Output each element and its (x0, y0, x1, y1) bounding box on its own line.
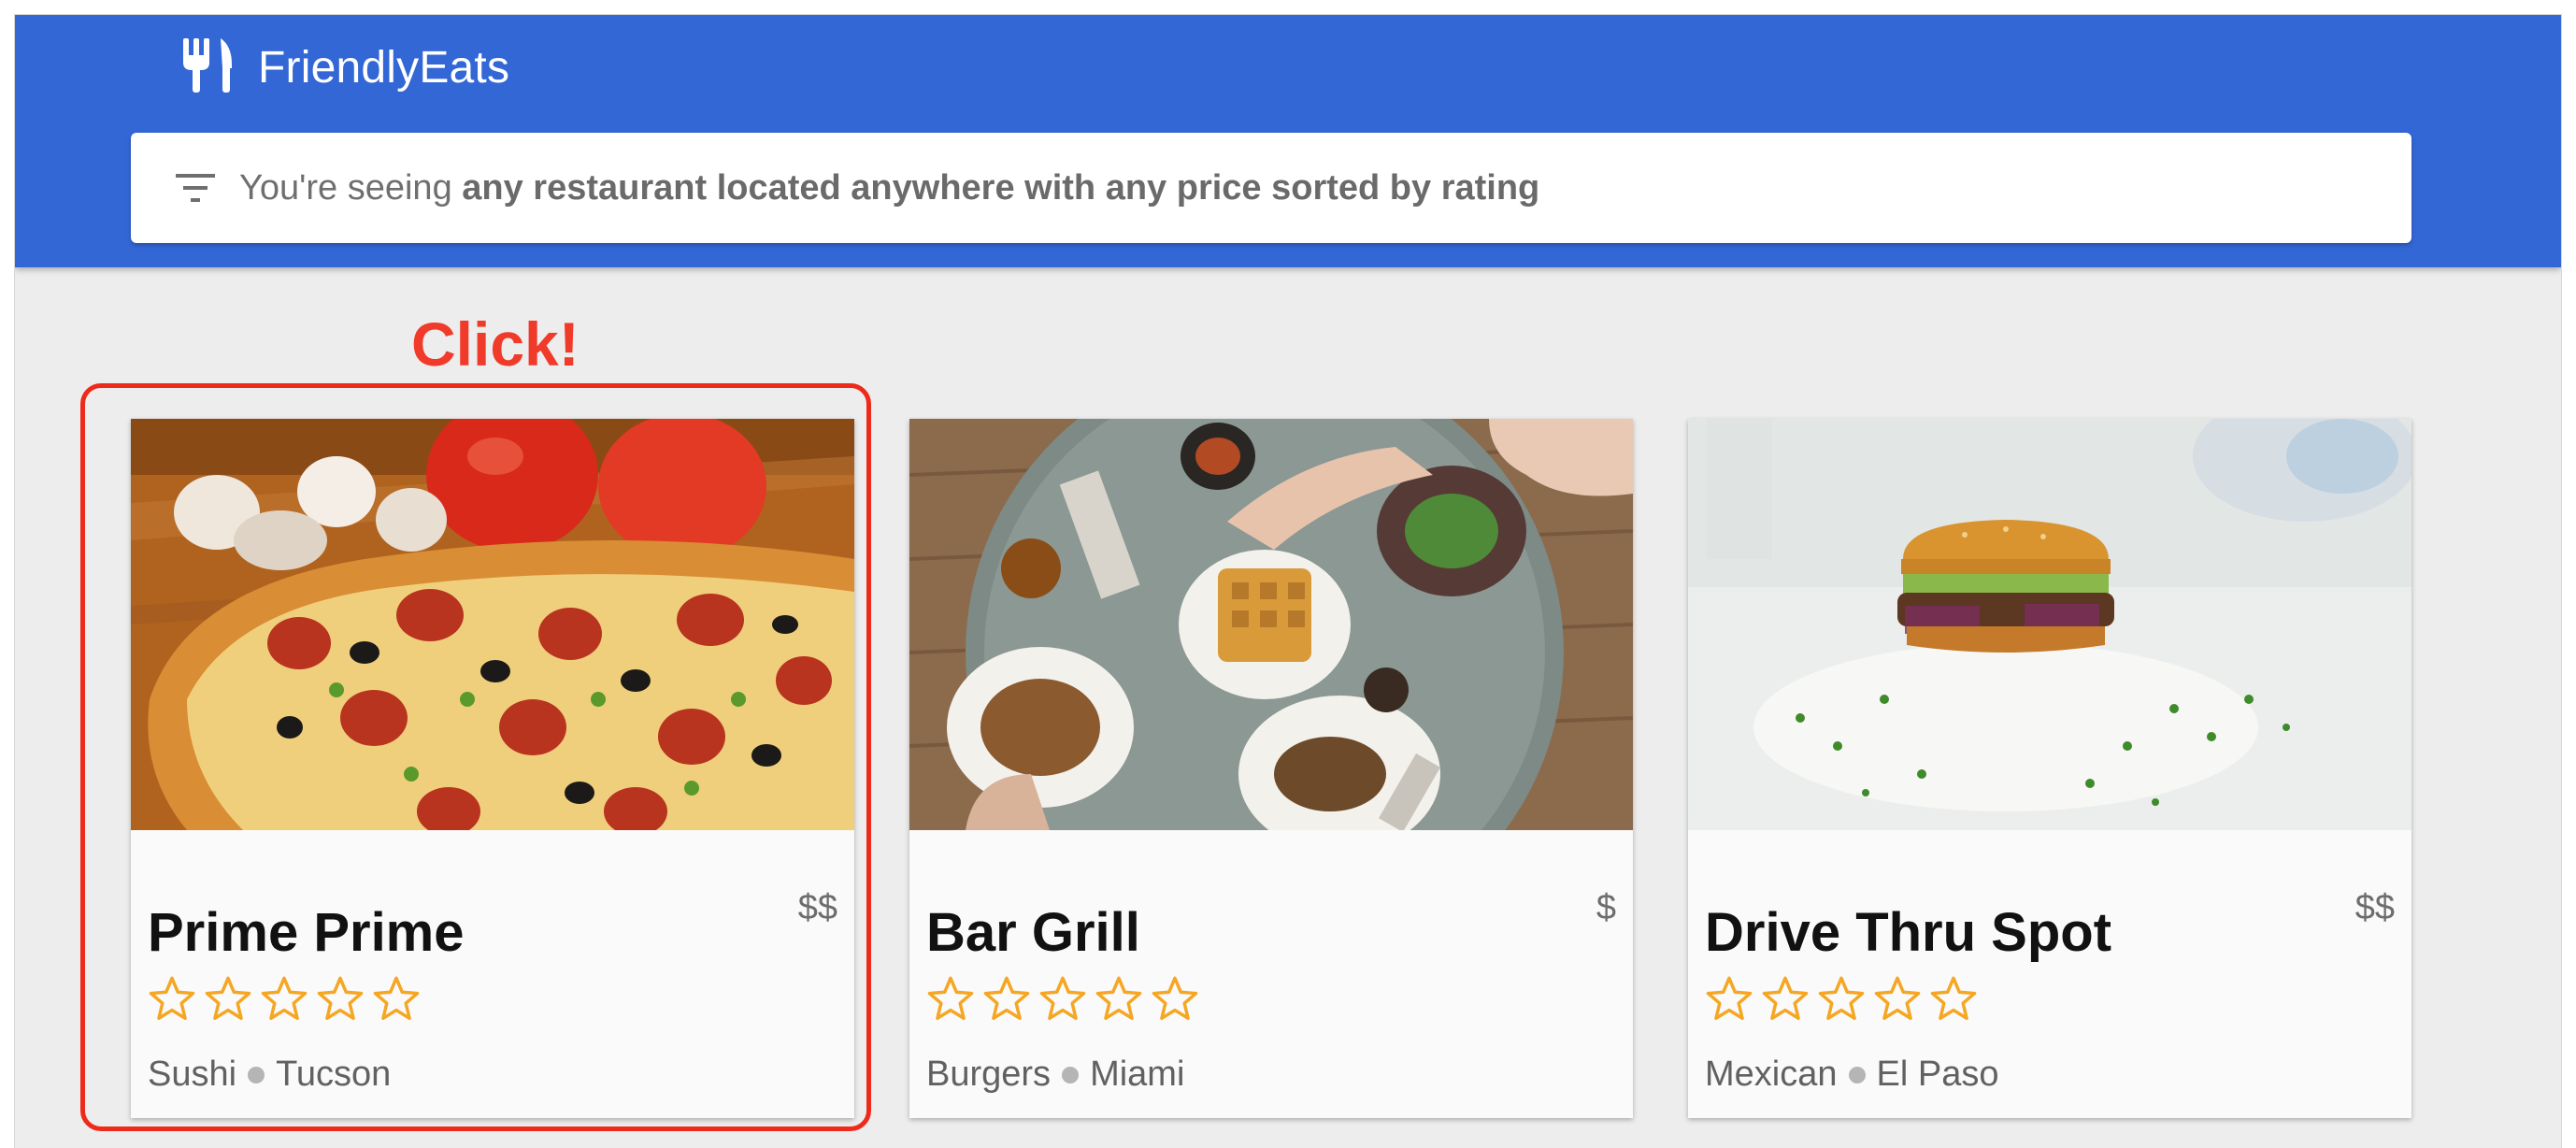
star-outline-icon (1706, 976, 1753, 1020)
star-outline-icon (317, 976, 364, 1020)
app-header: FriendlyEats You're seeing any restauran… (15, 15, 2561, 267)
star-outline-icon (261, 976, 308, 1020)
restaurant-meta: Mexican El Paso (1705, 1055, 1998, 1095)
star-outline-icon (149, 976, 195, 1020)
rating-stars (926, 974, 1199, 1023)
star-outline-icon (1762, 976, 1809, 1020)
restaurant-price: $ (1596, 888, 1616, 927)
separator-dot (1062, 1066, 1080, 1083)
star-outline-icon (1152, 976, 1198, 1020)
brand-title: FriendlyEats (258, 42, 510, 93)
restaurant-photo-burger (1688, 419, 2411, 830)
filter-list-icon[interactable] (174, 171, 217, 205)
restaurant-name: Drive Thru Spot (1705, 902, 2112, 963)
star-outline-icon (1930, 976, 1977, 1020)
restaurant-card[interactable]: Bar Grill $ Burgers Miami (909, 419, 1633, 1118)
star-outline-icon (1039, 976, 1086, 1020)
restaurant-price: $$ (2354, 888, 2395, 927)
separator-dot (1848, 1066, 1866, 1083)
brand[interactable]: FriendlyEats (181, 34, 509, 101)
star-outline-icon (205, 976, 251, 1020)
star-outline-icon (1874, 976, 1921, 1020)
filter-bar[interactable]: You're seeing any restaurant located any… (131, 133, 2411, 243)
star-outline-icon (373, 976, 420, 1020)
restaurant-city: Tucson (276, 1055, 392, 1094)
restaurant-name: Prime Prime (148, 902, 465, 963)
star-outline-icon (1818, 976, 1865, 1020)
star-outline-icon (1095, 976, 1142, 1020)
restaurant-category: Sushi (148, 1055, 237, 1094)
restaurant-card[interactable]: Prime Prime $$ Sushi Tucson (131, 419, 854, 1118)
filter-prefix: You're seeing (239, 167, 452, 208)
click-annotation: Click! (411, 309, 580, 379)
app-window: FriendlyEats You're seeing any restauran… (15, 15, 2561, 1148)
restaurant-category: Burgers (926, 1055, 1052, 1094)
restaurant-name: Bar Grill (926, 902, 1140, 963)
restaurant-city: Miami (1090, 1055, 1185, 1094)
restaurant-meta: Sushi Tucson (148, 1055, 391, 1095)
star-outline-icon (983, 976, 1030, 1020)
rating-stars (148, 974, 421, 1023)
restaurant-category: Mexican (1705, 1055, 1838, 1094)
rating-stars (1705, 974, 1978, 1023)
restaurant-card[interactable]: Drive Thru Spot $$ Mexican El Paso (1688, 419, 2411, 1118)
restaurant-meta: Burgers Miami (926, 1055, 1184, 1095)
separator-dot (248, 1066, 265, 1083)
restaurant-icon (181, 36, 234, 99)
filter-criteria: any restaurant located anywhere with any… (462, 167, 1540, 208)
restaurant-city: El Paso (1876, 1055, 1999, 1094)
filter-summary: You're seeing any restaurant located any… (239, 168, 1539, 208)
restaurant-photo-pizza (131, 419, 854, 830)
restaurant-price: $$ (797, 888, 837, 927)
restaurant-photo-brunch-table (909, 419, 1633, 830)
star-outline-icon (927, 976, 974, 1020)
